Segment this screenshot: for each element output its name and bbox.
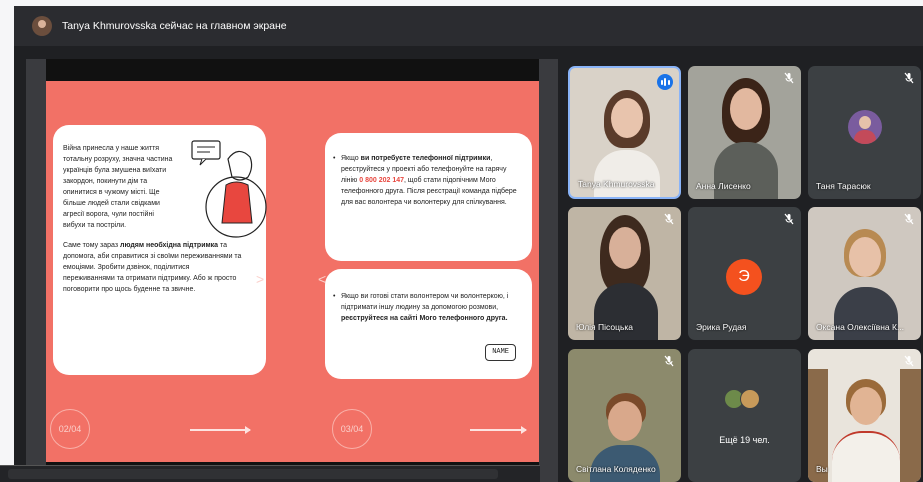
- avatar: Э: [726, 259, 762, 295]
- bracket-icon: >: [256, 271, 265, 287]
- participant-name: Юлія Пісоцька: [576, 322, 634, 332]
- slide-card-support: Якщо ви потребуєте телефонної підтримки,…: [325, 133, 532, 261]
- page-indicator-left: 02/04: [50, 409, 90, 449]
- presentation-slide: Війна принесла у наше життя тотальну роз…: [46, 81, 539, 462]
- participant-name: Вы: [816, 464, 828, 474]
- more-participants-tile[interactable]: Ещё 19 чел.: [688, 349, 801, 482]
- bracket-icon: <: [318, 271, 327, 287]
- presentation-banner: Tanya Khmurovsska сейчас на главном экра…: [14, 6, 923, 46]
- participant-name: Анна Лисенко: [696, 181, 751, 191]
- participant-tile[interactable]: Таня Тарасюк: [808, 66, 921, 199]
- slide-frame: Війна принесла у наше життя тотальну роз…: [46, 59, 539, 482]
- participant-tile[interactable]: Tanya Khmurovsska: [568, 66, 681, 199]
- mic-off-icon: [904, 213, 914, 225]
- speaking-indicator-icon: [657, 74, 673, 90]
- participant-name: Эрика Рудая: [696, 322, 747, 332]
- participant-name: Таня Тарасюк: [816, 181, 871, 191]
- avatar: [848, 110, 882, 144]
- participant-name: Оксана Олексіївна К...: [816, 322, 905, 332]
- support-text: Якщо ви потребуєте телефонної підтримки,…: [333, 153, 520, 208]
- arrow-right-icon: [190, 426, 251, 433]
- participant-tile[interactable]: Оксана Олексіївна К...: [808, 207, 921, 340]
- meet-window: Tanya Khmurovsska сейчас на главном экра…: [14, 6, 923, 482]
- mic-off-icon: [904, 355, 914, 367]
- participant-name: Світлана Коляденко: [576, 464, 656, 474]
- participant-tile[interactable]: Юлія Пісоцька: [568, 207, 681, 340]
- mic-off-icon: [664, 213, 674, 225]
- overlay-input-strip: [8, 469, 498, 479]
- mic-off-icon: [904, 72, 914, 84]
- page-indicator-right: 03/04: [332, 409, 372, 449]
- mic-off-icon: [784, 72, 794, 84]
- presenter-status: Tanya Khmurovsska сейчас на главном экра…: [62, 20, 287, 32]
- woman-illustration: [191, 140, 267, 238]
- participant-tile[interactable]: Анна Лисенко: [688, 66, 801, 199]
- more-participants-label: Ещё 19 чел.: [719, 435, 770, 445]
- avatar: [740, 389, 760, 409]
- shared-screen[interactable]: Війна принесла у наше життя тотальну роз…: [26, 59, 558, 482]
- participant-name: Tanya Khmurovsska: [578, 179, 655, 189]
- arrow-right-icon: [470, 426, 527, 433]
- name-field-illustration: NAME: [485, 344, 516, 361]
- slide-card-volunteer: Якщо ви готові стати волонтером чи волон…: [325, 269, 532, 379]
- presenter-avatar: [32, 16, 52, 36]
- participant-tile[interactable]: Світлана Коляденко: [568, 349, 681, 482]
- mic-off-icon: [664, 355, 674, 367]
- slide-card-left: Війна принесла у наше життя тотальну роз…: [53, 125, 267, 375]
- participant-tile[interactable]: Э Эрика Рудая: [688, 207, 801, 340]
- overlay-window-bar: [0, 465, 540, 482]
- volunteer-text: Якщо ви готові стати волонтером чи волон…: [333, 291, 520, 324]
- participant-tile[interactable]: Вы: [808, 349, 921, 482]
- mic-off-icon: [784, 213, 794, 225]
- card1-text1: Війна принесла у наше життя тотальну роз…: [63, 145, 173, 229]
